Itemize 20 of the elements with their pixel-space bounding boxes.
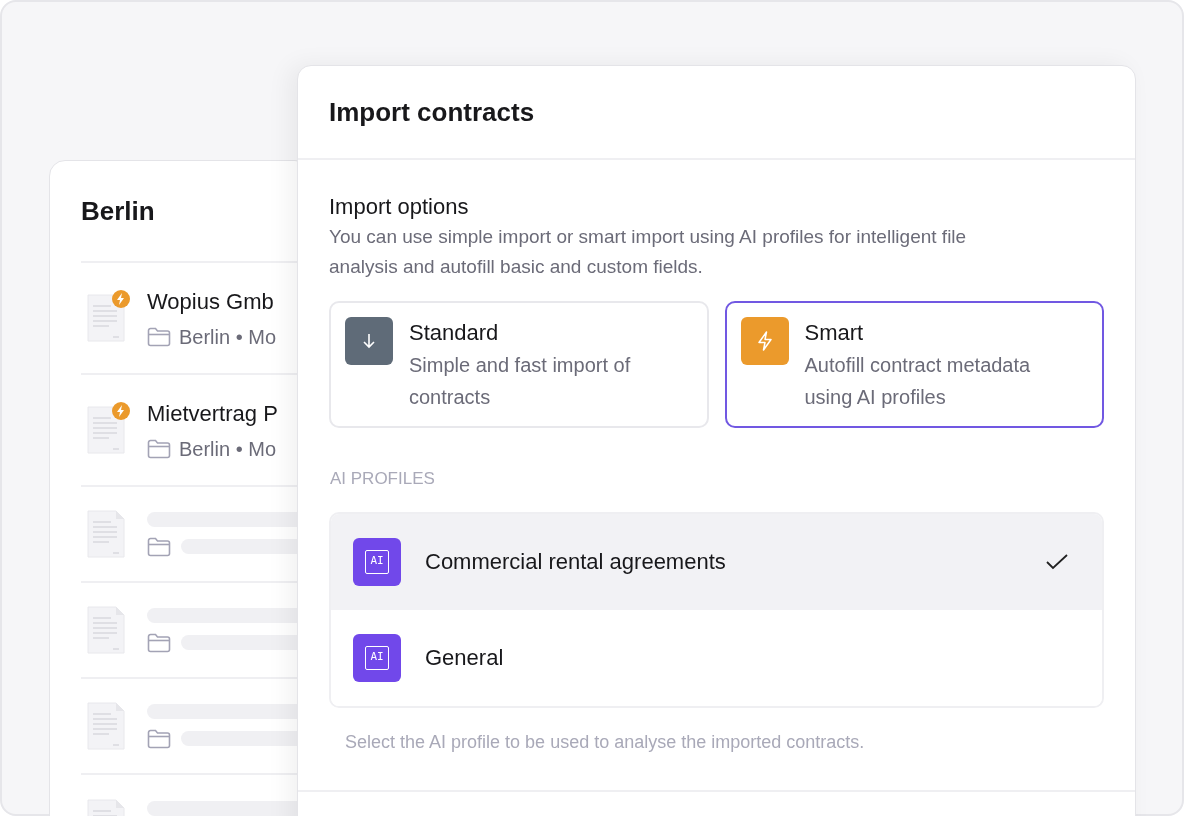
section-description: You can use simple import or smart import using AI profiles for intelligent file analysis and autofill basic and custom fields. bbox=[329, 225, 968, 279]
profile-option[interactable]: AI Commercial rental agreements bbox=[331, 513, 1102, 610]
profiles-label: AI PROFILES bbox=[330, 468, 436, 490]
contract-location: Berlin • Mo bbox=[179, 324, 277, 350]
ai-chip-icon: AI bbox=[365, 549, 389, 574]
option-description: Autofill contract metadata using AI profiles bbox=[804, 353, 1032, 410]
ai-chip-icon: AI bbox=[365, 645, 389, 670]
contract-name: Mietvertrag P bbox=[147, 399, 278, 428]
profile-name: General bbox=[425, 644, 505, 672]
option-description: Simple and fast import of contracts bbox=[409, 353, 632, 410]
option-title: Standard bbox=[409, 319, 500, 347]
dialog-title: Import contracts bbox=[329, 95, 535, 129]
import-option-card[interactable]: Smart Autofill contract metadata using AI profiles bbox=[724, 301, 1104, 428]
profile-hint: Select the AI profile to be used to analyse the imported contracts. bbox=[345, 730, 865, 754]
profile-name: Commercial rental agreements bbox=[425, 548, 727, 576]
contract-name: Wopius Gmb bbox=[147, 287, 275, 316]
import-option-card[interactable]: Standard Simple and fast import of contracts bbox=[329, 301, 709, 428]
option-title: Smart bbox=[804, 319, 865, 347]
section-title: Import options bbox=[329, 193, 470, 221]
contract-location: Berlin • Mo bbox=[179, 436, 277, 462]
